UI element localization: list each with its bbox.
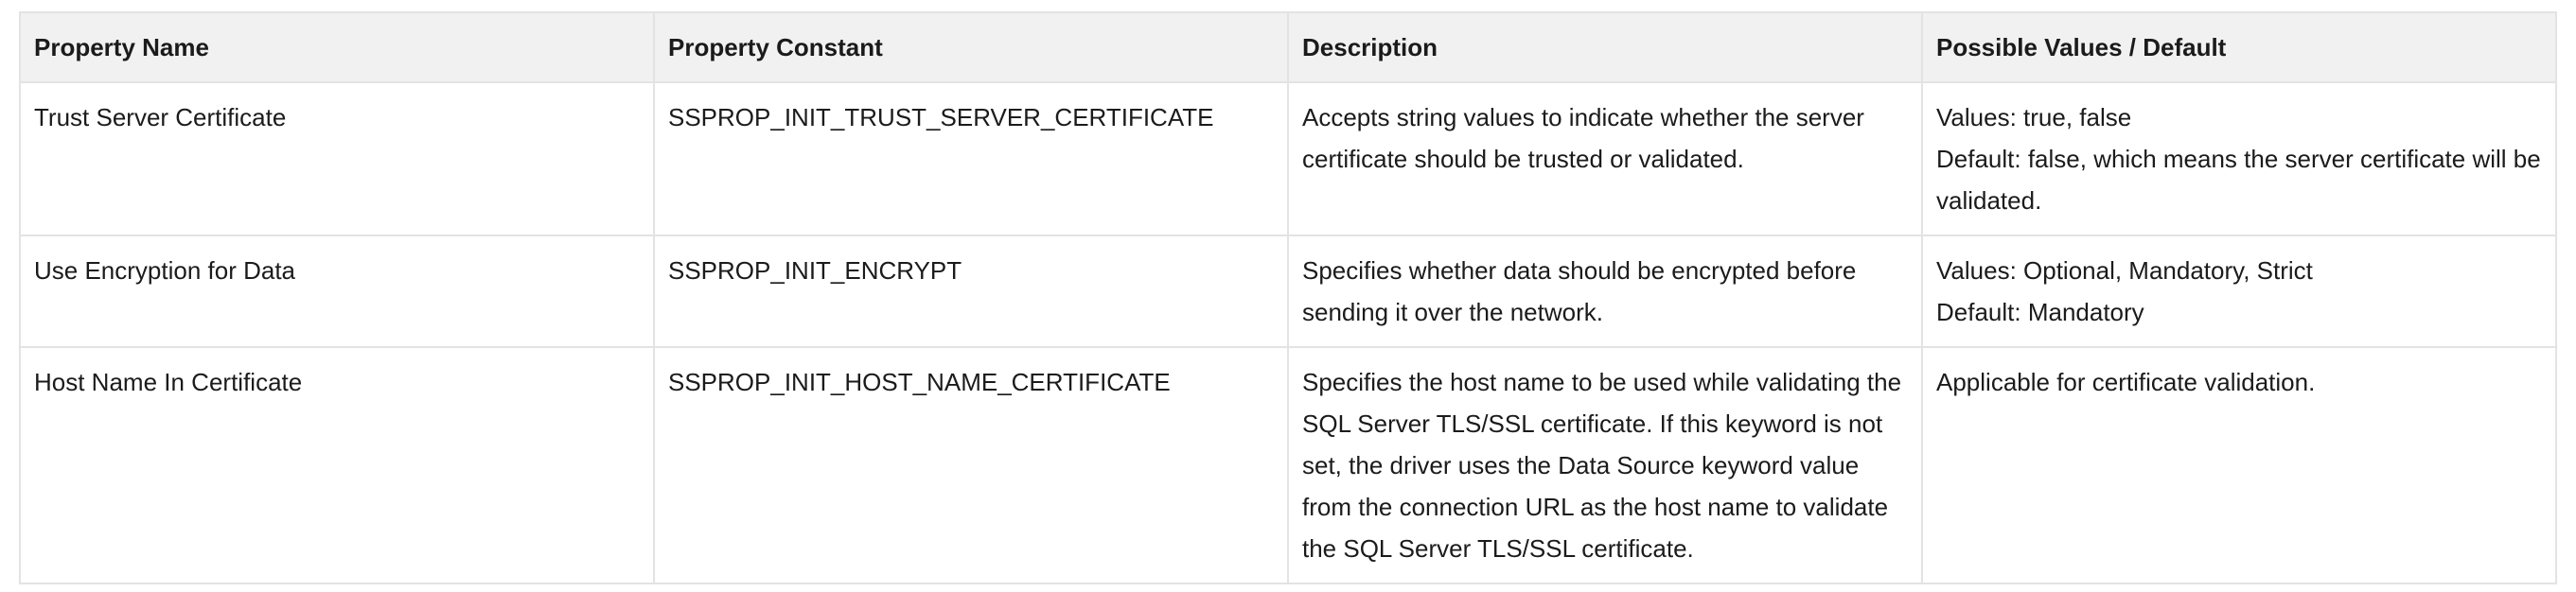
header-property-constant: Property Constant [653,11,1289,83]
cell-property-name: Host Name In Certificate [19,346,655,584]
cell-possible-values: Values: true, false Default: false, whic… [1921,81,2557,236]
values-line: Applicable for certificate validation. [1936,368,2316,396]
default-line: Default: false, which means the server c… [1936,145,2541,215]
cell-description: Specifies whether data should be encrypt… [1287,235,1923,348]
table-header-row: Property Name Property Constant Descript… [19,11,2557,83]
cell-description: Specifies the host name to be used while… [1287,346,1923,584]
header-property-name: Property Name [19,11,655,83]
header-possible-values: Possible Values / Default [1921,11,2557,83]
table-row: Trust Server Certificate SSPROP_INIT_TRU… [19,81,2557,236]
table-row: Host Name In Certificate SSPROP_INIT_HOS… [19,346,2557,584]
cell-property-name: Trust Server Certificate [19,81,655,236]
cell-property-constant: SSPROP_INIT_ENCRYPT [653,235,1289,348]
values-line: Values: Optional, Mandatory, Strict [1936,256,2313,285]
cell-possible-values: Applicable for certificate validation. [1921,346,2557,584]
table-header: Property Name Property Constant Descript… [19,11,2557,83]
default-line: Default: Mandatory [1936,298,2144,326]
values-line: Values: true, false [1936,103,2132,131]
cell-description: Accepts string values to indicate whethe… [1287,81,1923,236]
header-description: Description [1287,11,1923,83]
table-body: Trust Server Certificate SSPROP_INIT_TRU… [19,81,2557,584]
properties-table-container: Property Name Property Constant Descript… [19,11,2557,584]
cell-property-constant: SSPROP_INIT_TRUST_SERVER_CERTIFICATE [653,81,1289,236]
table-row: Use Encryption for Data SSPROP_INIT_ENCR… [19,235,2557,348]
cell-property-constant: SSPROP_INIT_HOST_NAME_CERTIFICATE [653,346,1289,584]
cell-possible-values: Values: Optional, Mandatory, Strict Defa… [1921,235,2557,348]
cell-property-name: Use Encryption for Data [19,235,655,348]
properties-table: Property Name Property Constant Descript… [19,11,2557,584]
